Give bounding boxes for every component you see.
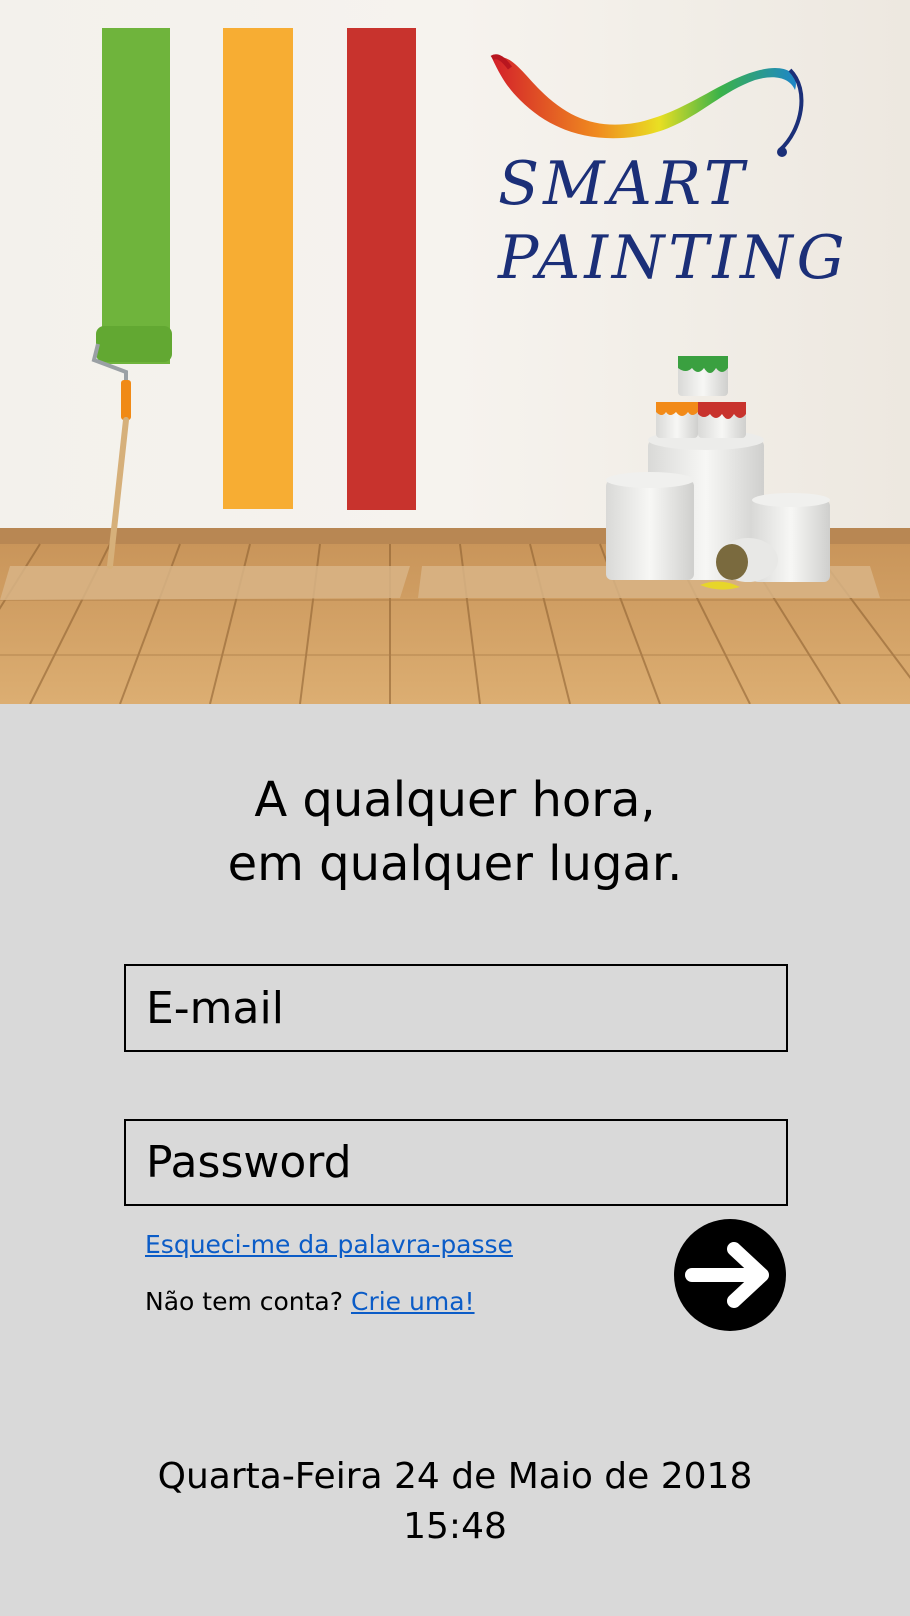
- no-account-text: Não tem conta?: [145, 1287, 344, 1316]
- tagline-line1: A qualquer hora,: [254, 772, 656, 828]
- brush-swoosh-icon: [490, 54, 804, 157]
- current-time: 15:48: [403, 1506, 507, 1547]
- signup-link[interactable]: Crie uma!: [351, 1287, 475, 1316]
- arrow-right-icon: [685, 1242, 769, 1308]
- brand-name-line1: SMART: [498, 149, 749, 219]
- current-date: Quarta-Feira 24 de Maio de 2018: [157, 1456, 753, 1497]
- email-input[interactable]: [124, 964, 788, 1052]
- tagline-line2: em qualquer lugar.: [227, 836, 683, 892]
- red-paint-stripe: [347, 28, 416, 510]
- login-submit-button[interactable]: [674, 1219, 786, 1331]
- hero-banner: SMART PAINTING: [0, 0, 910, 704]
- password-input[interactable]: [124, 1119, 788, 1206]
- floor-paper-left: [0, 566, 410, 600]
- brand-logo: SMART PAINTING: [490, 50, 870, 310]
- tagline: A qualquer hora, em qualquer lugar.: [0, 768, 910, 896]
- yellow-paint-stripe: [223, 28, 293, 509]
- green-paint-stripe: [102, 28, 170, 364]
- brand-name-line2: PAINTING: [498, 223, 849, 293]
- signup-prompt: Não tem conta? Crie uma!: [145, 1287, 475, 1316]
- forgot-password-link[interactable]: Esqueci-me da palavra-passe: [145, 1230, 513, 1259]
